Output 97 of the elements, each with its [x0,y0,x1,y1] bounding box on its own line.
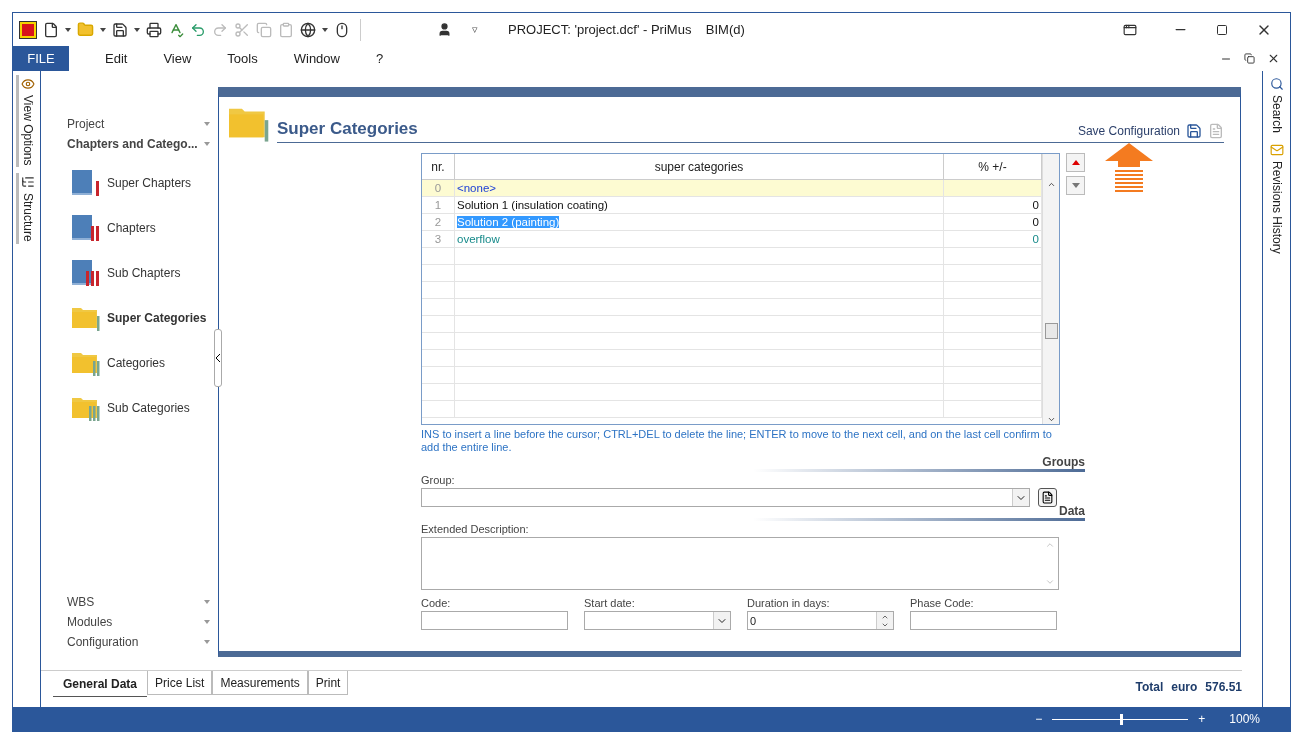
field-label: Start date: [584,597,636,609]
nav-item[interactable]: Sub Chapters [67,250,210,295]
table-cell: 2 [422,214,455,230]
field-label: Code: [421,597,452,609]
envelope-icon [1269,143,1284,158]
save-icon[interactable] [1186,123,1202,139]
table-cell: 1 [422,197,455,213]
column-header[interactable]: super categories [455,154,944,179]
input-field[interactable] [910,611,1057,630]
mouse-icon[interactable] [334,21,350,38]
file-menu[interactable]: FILE [13,46,69,71]
menu-item[interactable]: Edit [87,46,146,71]
zoom-slider[interactable] [1052,713,1189,725]
zoom-out-button[interactable]: − [1035,712,1043,726]
book-icon [71,213,101,242]
save-icon[interactable] [112,21,128,38]
user-icon[interactable] [437,22,452,37]
hint-text: INS to insert a line before the cursor; CTRL+DEL to delete the line; ENTER to move to the next cell, and on the last cell confirm to add the entire line. [421,428,1053,454]
globe-icon[interactable] [300,21,316,38]
column-header[interactable]: nr. [422,154,455,179]
collapse-handle[interactable] [214,329,222,387]
table-cell: 3 [422,231,455,247]
total-amount: 576.51 [1205,680,1242,694]
nav-item[interactable]: Super Categories [67,295,210,340]
table-row[interactable]: 2 Solution 2 (painting) 0 [422,214,1042,231]
scroll-thumb[interactable] [1044,323,1058,339]
spin-field[interactable]: 0 [747,611,894,630]
redo-icon[interactable] [212,21,228,38]
date-dropdown[interactable] [584,611,731,630]
nav-section[interactable]: Chapters and Catego... [67,134,210,154]
new-file-icon[interactable] [43,21,59,38]
document-button[interactable] [1038,488,1057,507]
side-tab[interactable]: Revisions History [1267,141,1286,256]
folder-icon[interactable] [77,21,94,38]
nav-section[interactable]: Configuration [67,632,210,652]
field-label: Group: [421,474,456,486]
group-dropdown[interactable] [421,488,1030,507]
field-label: Extended Description: [421,523,530,535]
list-icon [21,175,35,190]
side-tab[interactable]: Structure [16,173,37,245]
section-heading: Groups [1042,455,1085,469]
menu-item[interactable]: ? [357,46,402,71]
menu-item[interactable]: Tools [209,46,276,71]
scroll-down-icon[interactable] [1046,415,1056,424]
side-tab[interactable]: Search [1267,75,1286,136]
nav-item[interactable]: Sub Categories [67,385,210,430]
eye-icon [21,77,35,91]
table-row[interactable]: 1 Solution 1 (insulation coating) 0 [422,197,1042,214]
section-heading: Data [1059,504,1085,518]
clipboard-icon[interactable] [278,21,294,38]
table-cell: overflow [455,231,944,247]
field-label: Duration in days: [747,597,831,609]
bottom-tab[interactable]: Price List [147,671,213,695]
bottom-tab[interactable]: Print [307,671,349,695]
cut-icon[interactable] [234,21,250,38]
export-icon[interactable] [1208,123,1224,139]
table-cell: <none> [455,180,944,196]
window-title: PROJECT: 'project.dcf' - PriMus BIM(d) [508,22,745,37]
user-menu-caret[interactable]: ▿ [472,23,478,36]
move-down-button[interactable] [1066,176,1085,195]
up-arrow-icon [1103,141,1155,193]
panel-title: Super Categories [277,119,418,139]
scroll-up-icon[interactable] [1046,180,1056,189]
print-icon[interactable] [146,21,162,38]
maximize-icon[interactable] [1216,23,1228,36]
spell-check-icon[interactable] [168,21,184,38]
app-logo [19,20,37,39]
table-row[interactable]: 0 <none> [422,180,1042,197]
nav-section[interactable]: Modules [67,612,210,632]
undo-icon[interactable] [190,21,206,38]
menu-item[interactable]: Window [275,46,358,71]
book-icon [71,168,101,197]
nav-section[interactable]: Project [67,114,210,134]
input-field[interactable] [421,611,568,630]
table-cell: Solution 2 (painting) [455,214,944,230]
table-row[interactable]: 3 overflow 0 [422,231,1042,248]
side-tab[interactable]: View Options [16,75,37,168]
copy-icon[interactable] [256,21,272,38]
table-cell: 0 [422,180,455,196]
nav-item[interactable]: Chapters [67,205,210,250]
scrollbar[interactable] [1042,154,1059,424]
total-label: Total [1135,680,1164,694]
field-label: Phase Code: [910,597,975,609]
restore-panel-icon[interactable] [1123,22,1137,37]
nav-item[interactable]: Categories [67,340,210,385]
zoom-level: 100% [1229,712,1260,726]
book-icon [71,258,101,287]
search-icon [1269,77,1284,91]
save-configuration-link[interactable]: Save Configuration [1077,124,1180,138]
nav-section[interactable]: WBS [67,592,210,612]
zoom-in-button[interactable]: + [1198,712,1206,726]
bottom-tab[interactable]: Measurements [212,671,308,695]
currency-label: euro [1171,680,1198,694]
move-up-button[interactable] [1066,153,1085,172]
table-cell: Solution 1 (insulation coating) [455,197,944,213]
nav-item[interactable]: Super Chapters [67,160,210,205]
menu-item[interactable]: View [145,46,210,71]
